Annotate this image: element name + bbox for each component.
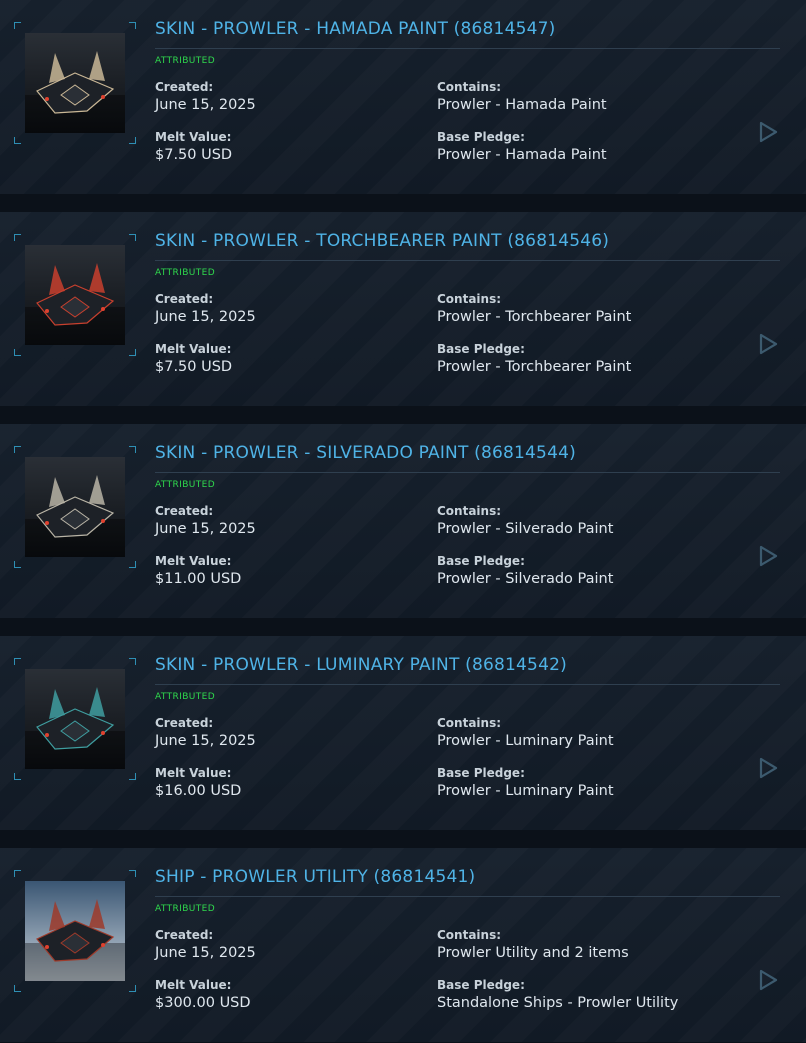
created-value: June 15, 2025 — [155, 945, 256, 961]
prowler-torchbearer-thumbnail — [25, 245, 125, 345]
frame-corner — [129, 870, 136, 877]
pledge-card[interactable]: SKIN - PROWLER - SILVERADO PAINT (868145… — [0, 424, 806, 618]
created-value: June 15, 2025 — [155, 521, 256, 537]
melt-value-label: Melt Value: — [155, 978, 232, 992]
frame-corner — [14, 446, 21, 453]
contains-label: Contains: — [437, 80, 502, 94]
melt-value-value: $300.00 USD — [155, 995, 251, 1011]
contains-value: Prowler - Hamada Paint — [437, 97, 607, 113]
base-pledge-value: Prowler - Luminary Paint — [437, 783, 614, 799]
thumbnail-frame[interactable] — [14, 22, 136, 144]
attributed-badge: ATTRIBUTED — [155, 480, 216, 490]
frame-corner — [14, 22, 21, 29]
created-value: June 15, 2025 — [155, 97, 256, 113]
play-arrow-icon[interactable] — [756, 332, 780, 356]
pledge-list: SKIN - PROWLER - HAMADA PAINT (86814547)… — [0, 0, 806, 1043]
melt-value-label: Melt Value: — [155, 130, 232, 144]
ship-render — [25, 457, 125, 557]
melt-value-label: Melt Value: — [155, 554, 232, 568]
created-label: Created: — [155, 716, 214, 730]
frame-corner — [129, 658, 136, 665]
pledge-title[interactable]: SKIN - PROWLER - SILVERADO PAINT (868145… — [155, 442, 780, 473]
melt-value-value: $7.50 USD — [155, 359, 233, 375]
frame-corner — [14, 658, 21, 665]
created-value: June 15, 2025 — [155, 733, 256, 749]
created-label: Created: — [155, 928, 214, 942]
pledge-title[interactable]: SKIN - PROWLER - LUMINARY PAINT (8681454… — [155, 654, 780, 685]
pledge-title[interactable]: SHIP - PROWLER UTILITY (86814541) — [155, 866, 780, 897]
attributed-badge: ATTRIBUTED — [155, 268, 216, 278]
frame-corner — [14, 234, 21, 241]
frame-corner — [14, 349, 21, 356]
play-arrow-icon[interactable] — [756, 120, 780, 144]
prowler-utility-thumbnail — [25, 881, 125, 981]
base-pledge-value: Prowler - Hamada Paint — [437, 147, 607, 163]
attributed-badge: ATTRIBUTED — [155, 56, 216, 66]
created-label: Created: — [155, 292, 214, 306]
thumbnail-frame[interactable] — [14, 870, 136, 992]
contains-value: Prowler - Torchbearer Paint — [437, 309, 632, 325]
play-arrow-icon[interactable] — [756, 968, 780, 992]
contains-label: Contains: — [437, 716, 502, 730]
play-arrow-icon[interactable] — [756, 756, 780, 780]
pledge-title[interactable]: SKIN - PROWLER - TORCHBEARER PAINT (8681… — [155, 230, 780, 261]
frame-corner — [129, 22, 136, 29]
play-arrow-icon[interactable] — [756, 544, 780, 568]
contains-label: Contains: — [437, 504, 502, 518]
ship-render — [25, 669, 125, 769]
contains-value: Prowler Utility and 2 items — [437, 945, 629, 961]
attributed-badge: ATTRIBUTED — [155, 904, 216, 914]
thumbnail-frame[interactable] — [14, 658, 136, 780]
melt-value-value: $11.00 USD — [155, 571, 242, 587]
thumbnail-frame[interactable] — [14, 446, 136, 568]
base-pledge-value: Prowler - Torchbearer Paint — [437, 359, 632, 375]
frame-corner — [129, 137, 136, 144]
frame-corner — [129, 234, 136, 241]
created-label: Created: — [155, 80, 214, 94]
frame-corner — [14, 137, 21, 144]
created-label: Created: — [155, 504, 214, 518]
pledge-card[interactable]: SKIN - PROWLER - TORCHBEARER PAINT (8681… — [0, 212, 806, 406]
pledge-card[interactable]: SKIN - PROWLER - HAMADA PAINT (86814547)… — [0, 0, 806, 194]
melt-value-label: Melt Value: — [155, 766, 232, 780]
thumbnail-frame[interactable] — [14, 234, 136, 356]
melt-value-value: $16.00 USD — [155, 783, 242, 799]
contains-label: Contains: — [437, 292, 502, 306]
frame-corner — [129, 773, 136, 780]
pledge-title[interactable]: SKIN - PROWLER - HAMADA PAINT (86814547) — [155, 18, 780, 49]
frame-corner — [129, 985, 136, 992]
melt-value-label: Melt Value: — [155, 342, 232, 356]
prowler-hamada-thumbnail — [25, 33, 125, 133]
ship-render — [25, 245, 125, 345]
frame-corner — [129, 446, 136, 453]
base-pledge-label: Base Pledge: — [437, 130, 525, 144]
base-pledge-label: Base Pledge: — [437, 766, 525, 780]
base-pledge-label: Base Pledge: — [437, 342, 525, 356]
melt-value-value: $7.50 USD — [155, 147, 233, 163]
prowler-silverado-thumbnail — [25, 457, 125, 557]
base-pledge-value: Standalone Ships - Prowler Utility — [437, 995, 679, 1011]
frame-corner — [14, 773, 21, 780]
frame-corner — [14, 985, 21, 992]
frame-corner — [14, 561, 21, 568]
frame-corner — [14, 870, 21, 877]
contains-value: Prowler - Luminary Paint — [437, 733, 614, 749]
frame-corner — [129, 561, 136, 568]
contains-label: Contains: — [437, 928, 502, 942]
contains-value: Prowler - Silverado Paint — [437, 521, 614, 537]
base-pledge-label: Base Pledge: — [437, 554, 525, 568]
ship-render — [25, 881, 125, 981]
prowler-luminary-thumbnail — [25, 669, 125, 769]
pledge-card[interactable]: SHIP - PROWLER UTILITY (86814541) ATTRIB… — [0, 848, 806, 1042]
frame-corner — [129, 349, 136, 356]
base-pledge-value: Prowler - Silverado Paint — [437, 571, 614, 587]
created-value: June 15, 2025 — [155, 309, 256, 325]
base-pledge-label: Base Pledge: — [437, 978, 525, 992]
attributed-badge: ATTRIBUTED — [155, 692, 216, 702]
ship-render — [25, 33, 125, 133]
pledge-card[interactable]: SKIN - PROWLER - LUMINARY PAINT (8681454… — [0, 636, 806, 830]
